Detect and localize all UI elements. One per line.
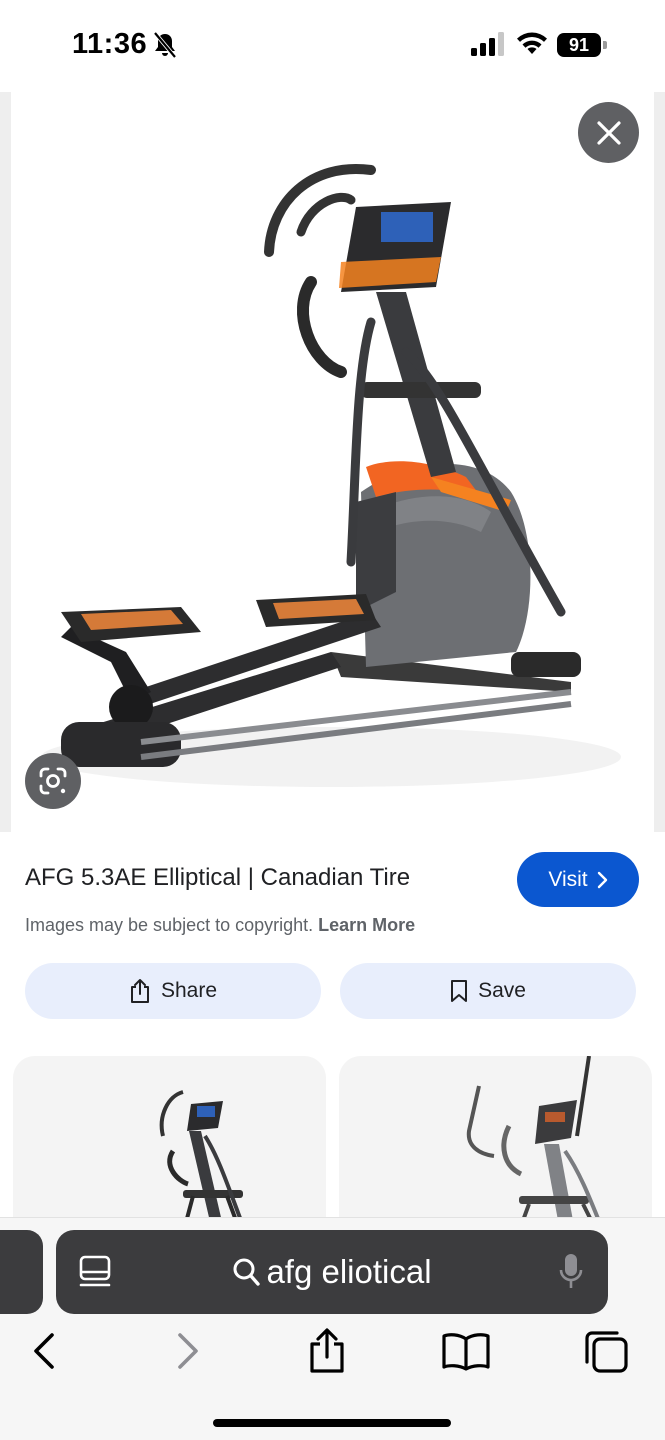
elliptical-thumbnail-2 — [466, 1056, 603, 1226]
previous-tab-preview[interactable] — [0, 1230, 43, 1314]
forward-button[interactable] — [158, 1326, 218, 1376]
chevron-right-icon — [597, 871, 607, 888]
image-edge-right — [654, 92, 665, 832]
related-image-card[interactable] — [13, 1056, 326, 1226]
share-label: Share — [160, 979, 218, 1002]
image-title[interactable]: AFG 5.3AE Elliptical | Canadian Tire — [25, 864, 410, 892]
product-image[interactable] — [11, 92, 654, 832]
share-icon — [310, 1328, 344, 1373]
address-bar[interactable]: afg eliotical — [56, 1230, 608, 1314]
google-lens-button[interactable] — [25, 753, 81, 809]
microphone-icon[interactable] — [558, 1252, 584, 1292]
battery-tip — [603, 41, 607, 49]
close-button[interactable] — [578, 102, 639, 163]
visit-label: Visit — [548, 867, 588, 891]
bell-slash-icon — [153, 31, 177, 59]
back-button[interactable] — [14, 1326, 74, 1376]
bookmark-icon — [451, 980, 468, 1002]
share-icon — [130, 979, 149, 1003]
related-image-card[interactable] — [339, 1056, 652, 1226]
share-sheet-button[interactable] — [297, 1326, 357, 1376]
battery-indicator: 91 — [557, 33, 607, 57]
back-icon — [34, 1333, 54, 1369]
search-icon — [233, 1258, 261, 1286]
tabs-button[interactable] — [576, 1326, 636, 1376]
home-indicator[interactable] — [213, 1419, 451, 1427]
visit-button[interactable]: Visit — [517, 852, 639, 907]
copyright-notice: Images may be subject to copyright. Lear… — [25, 915, 415, 936]
copyright-text: Images may be subject to copyright. — [25, 915, 314, 935]
address-text-wrap: afg eliotical — [56, 1230, 608, 1314]
cellular-signal-icon — [471, 32, 504, 56]
save-label: Save — [478, 979, 526, 1002]
forward-icon — [178, 1333, 198, 1369]
bookmarks-button[interactable] — [436, 1326, 496, 1376]
learn-more-link[interactable]: Learn More — [318, 915, 415, 935]
search-query: afg eliotical — [266, 1253, 432, 1290]
wifi-icon — [517, 32, 547, 54]
tabs-icon — [585, 1331, 628, 1373]
image-edge-left — [0, 92, 11, 832]
share-button[interactable]: Share — [25, 963, 321, 1019]
bookmarks-icon — [442, 1333, 490, 1371]
status-bar: 11:36 91 — [0, 0, 665, 92]
close-icon — [596, 120, 621, 145]
elliptical-thumbnail-1 — [159, 1090, 245, 1226]
status-time: 11:36 — [72, 28, 148, 60]
google-lens-icon — [39, 767, 67, 795]
save-button[interactable]: Save — [340, 963, 636, 1019]
elliptical-machine-illustration — [41, 163, 621, 787]
battery-level: 91 — [557, 33, 601, 57]
